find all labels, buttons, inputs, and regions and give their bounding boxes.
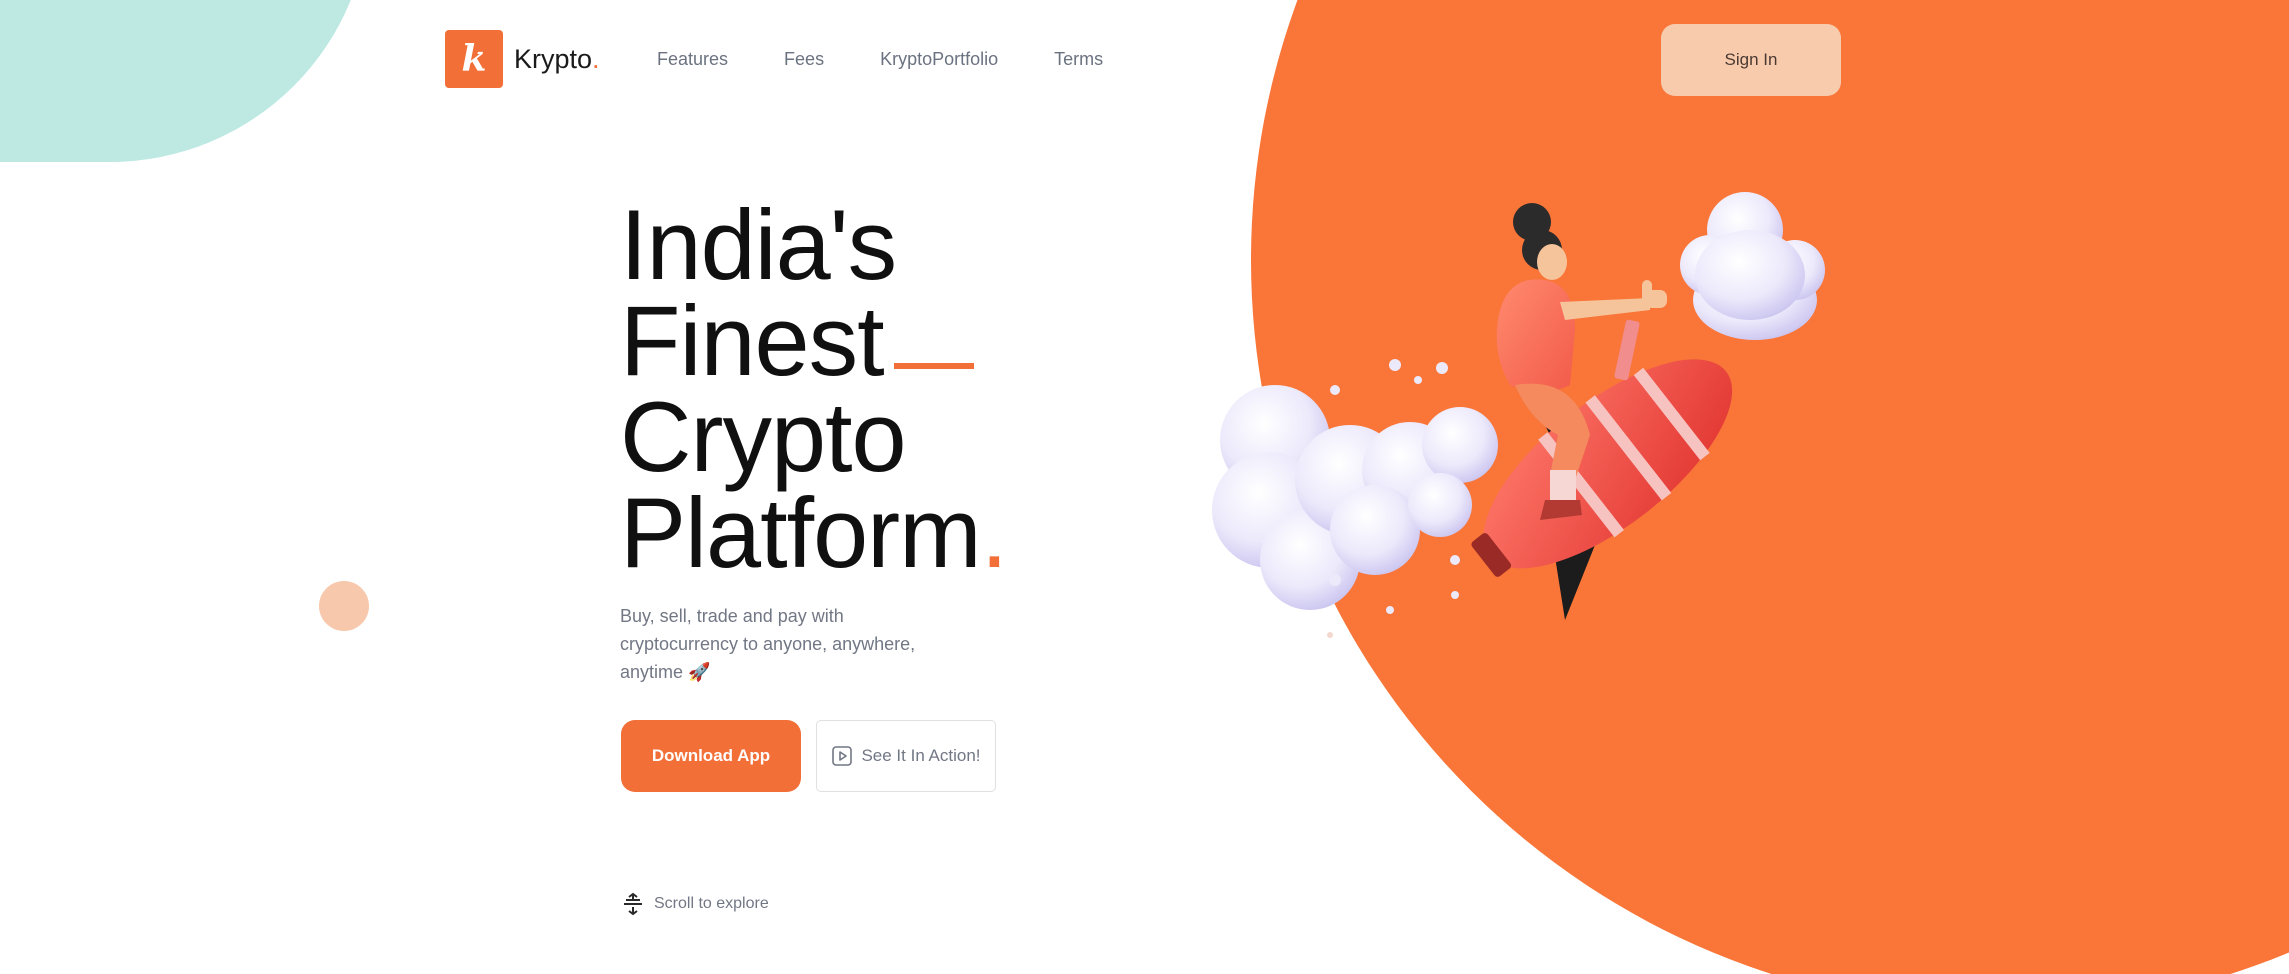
scroll-arrows-icon <box>624 892 642 916</box>
headline-line-4-text: Platform <box>620 477 982 588</box>
nav-item-terms[interactable]: Terms <box>1054 49 1103 70</box>
sign-in-button[interactable]: Sign In <box>1661 24 1841 96</box>
main-nav: Features Fees KryptoPortfolio Terms <box>657 49 1103 70</box>
play-square-icon <box>832 746 853 766</box>
headline-dot: . <box>980 477 1008 588</box>
nav-item-features[interactable]: Features <box>657 49 728 70</box>
headline-line-3: Crypto <box>620 381 907 492</box>
brand-name-text: Krypto <box>514 43 593 74</box>
hero-subtitle: Buy, sell, trade and pay with cryptocurr… <box>620 606 916 682</box>
rocket-rider-icon <box>1212 192 1825 638</box>
brand-name: Krypto. <box>514 44 600 75</box>
headline-line-2-text: Finest <box>620 285 885 396</box>
peach-decor-dot <box>319 581 369 631</box>
headline-line-4: Platform. <box>620 483 1008 582</box>
see-it-in-action-button[interactable]: See It In Action! <box>816 720 996 792</box>
scroll-hint[interactable]: Scroll to explore <box>622 892 769 916</box>
rocket-body <box>1471 359 1733 577</box>
teal-decor-blob <box>0 0 370 162</box>
nav-item-kryptoportfolio[interactable]: KryptoPortfolio <box>880 49 998 70</box>
headline-line-2: Finest <box>620 291 1007 390</box>
brand-name-dot: . <box>592 43 600 74</box>
nav-item-fees[interactable]: Fees <box>784 49 824 70</box>
headline-accent-dash <box>893 363 974 369</box>
exhaust-cloud <box>1212 359 1498 638</box>
brand-logo[interactable]: k Krypto. <box>445 30 600 88</box>
landing-page: k Krypto. Features Fees KryptoPortfolio … <box>0 0 2289 974</box>
scroll-hint-label: Scroll to explore <box>654 895 769 912</box>
headline-line-1: India's <box>620 189 897 300</box>
hero-headline: India's Finest Crypto Platform. <box>620 189 1008 582</box>
hero-section: India's Finest Crypto Platform. <box>620 189 1008 582</box>
cloud-top <box>1680 192 1825 340</box>
logo-mark-icon: k <box>445 30 503 88</box>
see-it-in-action-label: See It In Action! <box>861 746 981 765</box>
download-app-button[interactable]: Download App <box>621 720 801 792</box>
